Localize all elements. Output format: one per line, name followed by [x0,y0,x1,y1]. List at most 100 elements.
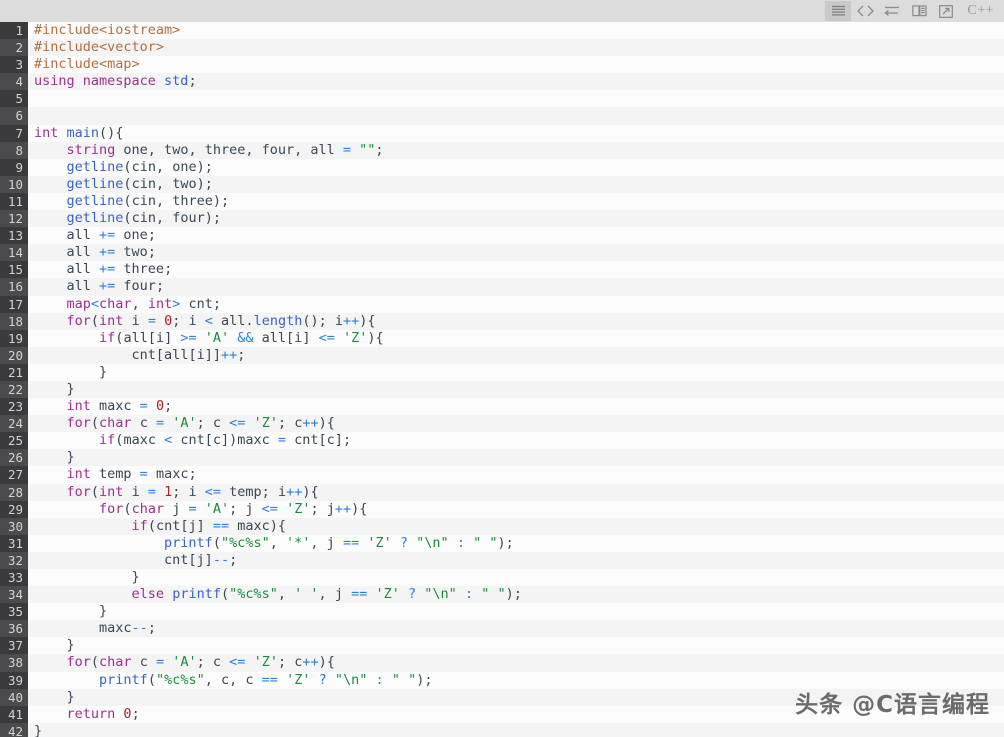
code-token-str: "%c%s" [229,586,278,603]
code-line[interactable]: } [28,722,1004,737]
code-token-id: three [115,261,165,278]
code-token-pun: ; [164,261,173,278]
code-token-id: c [221,671,230,688]
expand-icon[interactable] [933,1,959,21]
code-token-op: == [261,671,278,688]
code-token-fn: printf [99,671,148,688]
code-line[interactable]: int temp = maxc; [28,466,1004,484]
code-line[interactable] [28,107,1004,125]
code-line[interactable]: cnt[all[i]]++; [28,346,1004,364]
editor-toolbar: C++ [0,0,1004,22]
code-line[interactable]: maxc--; [28,620,1004,638]
code-token-pun: ; [147,620,156,637]
code-token-kw: char [99,415,140,432]
code-line[interactable]: all += one; [28,227,1004,245]
code-line[interactable]: } [28,637,1004,655]
code-token-pun: } [34,363,108,380]
code-line[interactable]: if(all[i] >= 'A' && all[i] <= 'Z'){ [28,329,1004,347]
code-token-id: cnt[c])maxc [172,432,278,449]
code-line[interactable]: #include<vector> [28,39,1004,57]
code-token-pun: , [229,671,246,688]
code-token-kw: for [99,500,124,517]
code-line[interactable]: printf("%c%s", '*', j == 'Z' ? "\n" : " … [28,534,1004,552]
code-token-op: = [155,654,165,671]
code-token-kw: if [99,432,116,449]
code-line[interactable]: getline(cin, two); [28,175,1004,193]
code-token-op: == [351,586,368,603]
code-line[interactable]: for(int i = 0; i < all.length(); i++){ [28,312,1004,330]
code-line[interactable]: for(int i = 1; i <= temp; i++){ [28,483,1004,501]
code-line[interactable] [28,90,1004,108]
code-line[interactable]: getline(cin, three); [28,192,1004,211]
code-line[interactable]: } [28,363,1004,381]
code-line[interactable]: for(char j = 'A'; j <= 'Z'; j++){ [28,500,1004,518]
code-line[interactable]: getline(cin, four); [28,210,1004,228]
code-token-pun: ; [342,432,352,449]
code-token-kw: for [66,483,91,500]
code-line[interactable]: using namespace std; [28,73,1004,91]
code-line[interactable]: #include<map> [28,56,1004,74]
code-line[interactable]: } [28,380,1004,399]
line-number: 16 [0,278,28,296]
code-token-pun [34,466,67,482]
code-token-id [245,415,253,431]
code-line[interactable]: all += three; [28,261,1004,279]
word-wrap-icon[interactable] [879,1,905,21]
code-line[interactable]: string one, two, three, four, all = ""; [28,141,1004,159]
code-content[interactable]: #include<iostream> #include<vector> #inclu… [28,22,1004,737]
code-line[interactable]: all += four; [28,278,1004,296]
code-token-pun [34,159,67,175]
code-brackets-icon[interactable] [852,1,878,21]
code-viewer-window: C++ 1 2 3 4 5 6 7 8 9 10 11 12 13 14 15 16 17 18 19 20 21 22 2… [0,0,1004,737]
line-numbers-icon[interactable] [825,1,852,21]
code-token-id: c [212,415,230,432]
code-token-pun: ; [277,654,295,671]
code-token-fn: getline [66,192,124,209]
code-token-pun [34,244,67,260]
code-line[interactable]: } [28,569,1004,587]
code-token-kw: map [66,295,91,312]
code-token-op: = [155,415,165,432]
code-token-pun: ( [123,175,132,192]
code-token-kw: using namespace [34,73,165,90]
code-token-id: j [326,534,343,551]
line-number: 8 [0,141,28,159]
code-token-pun [34,296,67,312]
code-line[interactable]: int main(){ [28,124,1004,142]
code-line[interactable]: getline(cin, one); [28,158,1004,176]
line-number: 28 [0,483,28,501]
code-token-kw: if [131,517,148,534]
code-line[interactable]: int maxc = 0; [28,398,1004,416]
code-line[interactable]: for(char c = 'A'; c <= 'Z'; c++){ [28,654,1004,672]
code-line[interactable]: for(char c = 'A'; c <= 'Z'; c++){ [28,415,1004,433]
code-line[interactable]: if(cnt[j] == maxc){ [28,517,1004,535]
code-token-str: 'Z' [253,654,278,671]
code-line[interactable]: cnt[j]--; [28,551,1004,569]
code-token-pun: ; [229,500,246,517]
code-token-pun: ( [90,654,100,671]
code-token-op: : [464,586,474,603]
code-token-fn: getline [66,158,124,175]
code-token-id [473,586,481,602]
code-line[interactable]: } [28,603,1004,621]
code-token-str: "%c%s" [155,671,205,688]
code-token-str: " " [391,671,417,688]
code-token-id: maxc [99,620,132,637]
code-line[interactable]: all += two; [28,244,1004,262]
code-token-id [164,415,172,431]
copy-icon[interactable] [906,1,932,21]
code-line[interactable]: if(maxc < cnt[c])maxc = cnt[c]; [28,432,1004,450]
code-token-str: 'Z' [286,671,311,688]
code-line[interactable]: } [28,449,1004,467]
code-token-id [245,654,253,670]
code-token-pun: ){ [318,654,335,671]
code-line[interactable]: map<char, int> cnt; [28,295,1004,313]
code-token-pun: (); [302,312,335,329]
code-token-kw: for [66,312,91,329]
code-line[interactable]: else printf("%c%s", ' ', j == 'Z' ? "\n"… [28,586,1004,604]
code-line[interactable]: #include<iostream> [28,22,1004,40]
line-number: 9 [0,158,28,176]
code-token-op: = [147,312,156,329]
code-editor[interactable]: 1 2 3 4 5 6 7 8 9 10 11 12 13 14 15 16 17 18 19 20 21 22 23 24 2… [0,22,1004,737]
code-token-pun: ; [147,244,156,261]
